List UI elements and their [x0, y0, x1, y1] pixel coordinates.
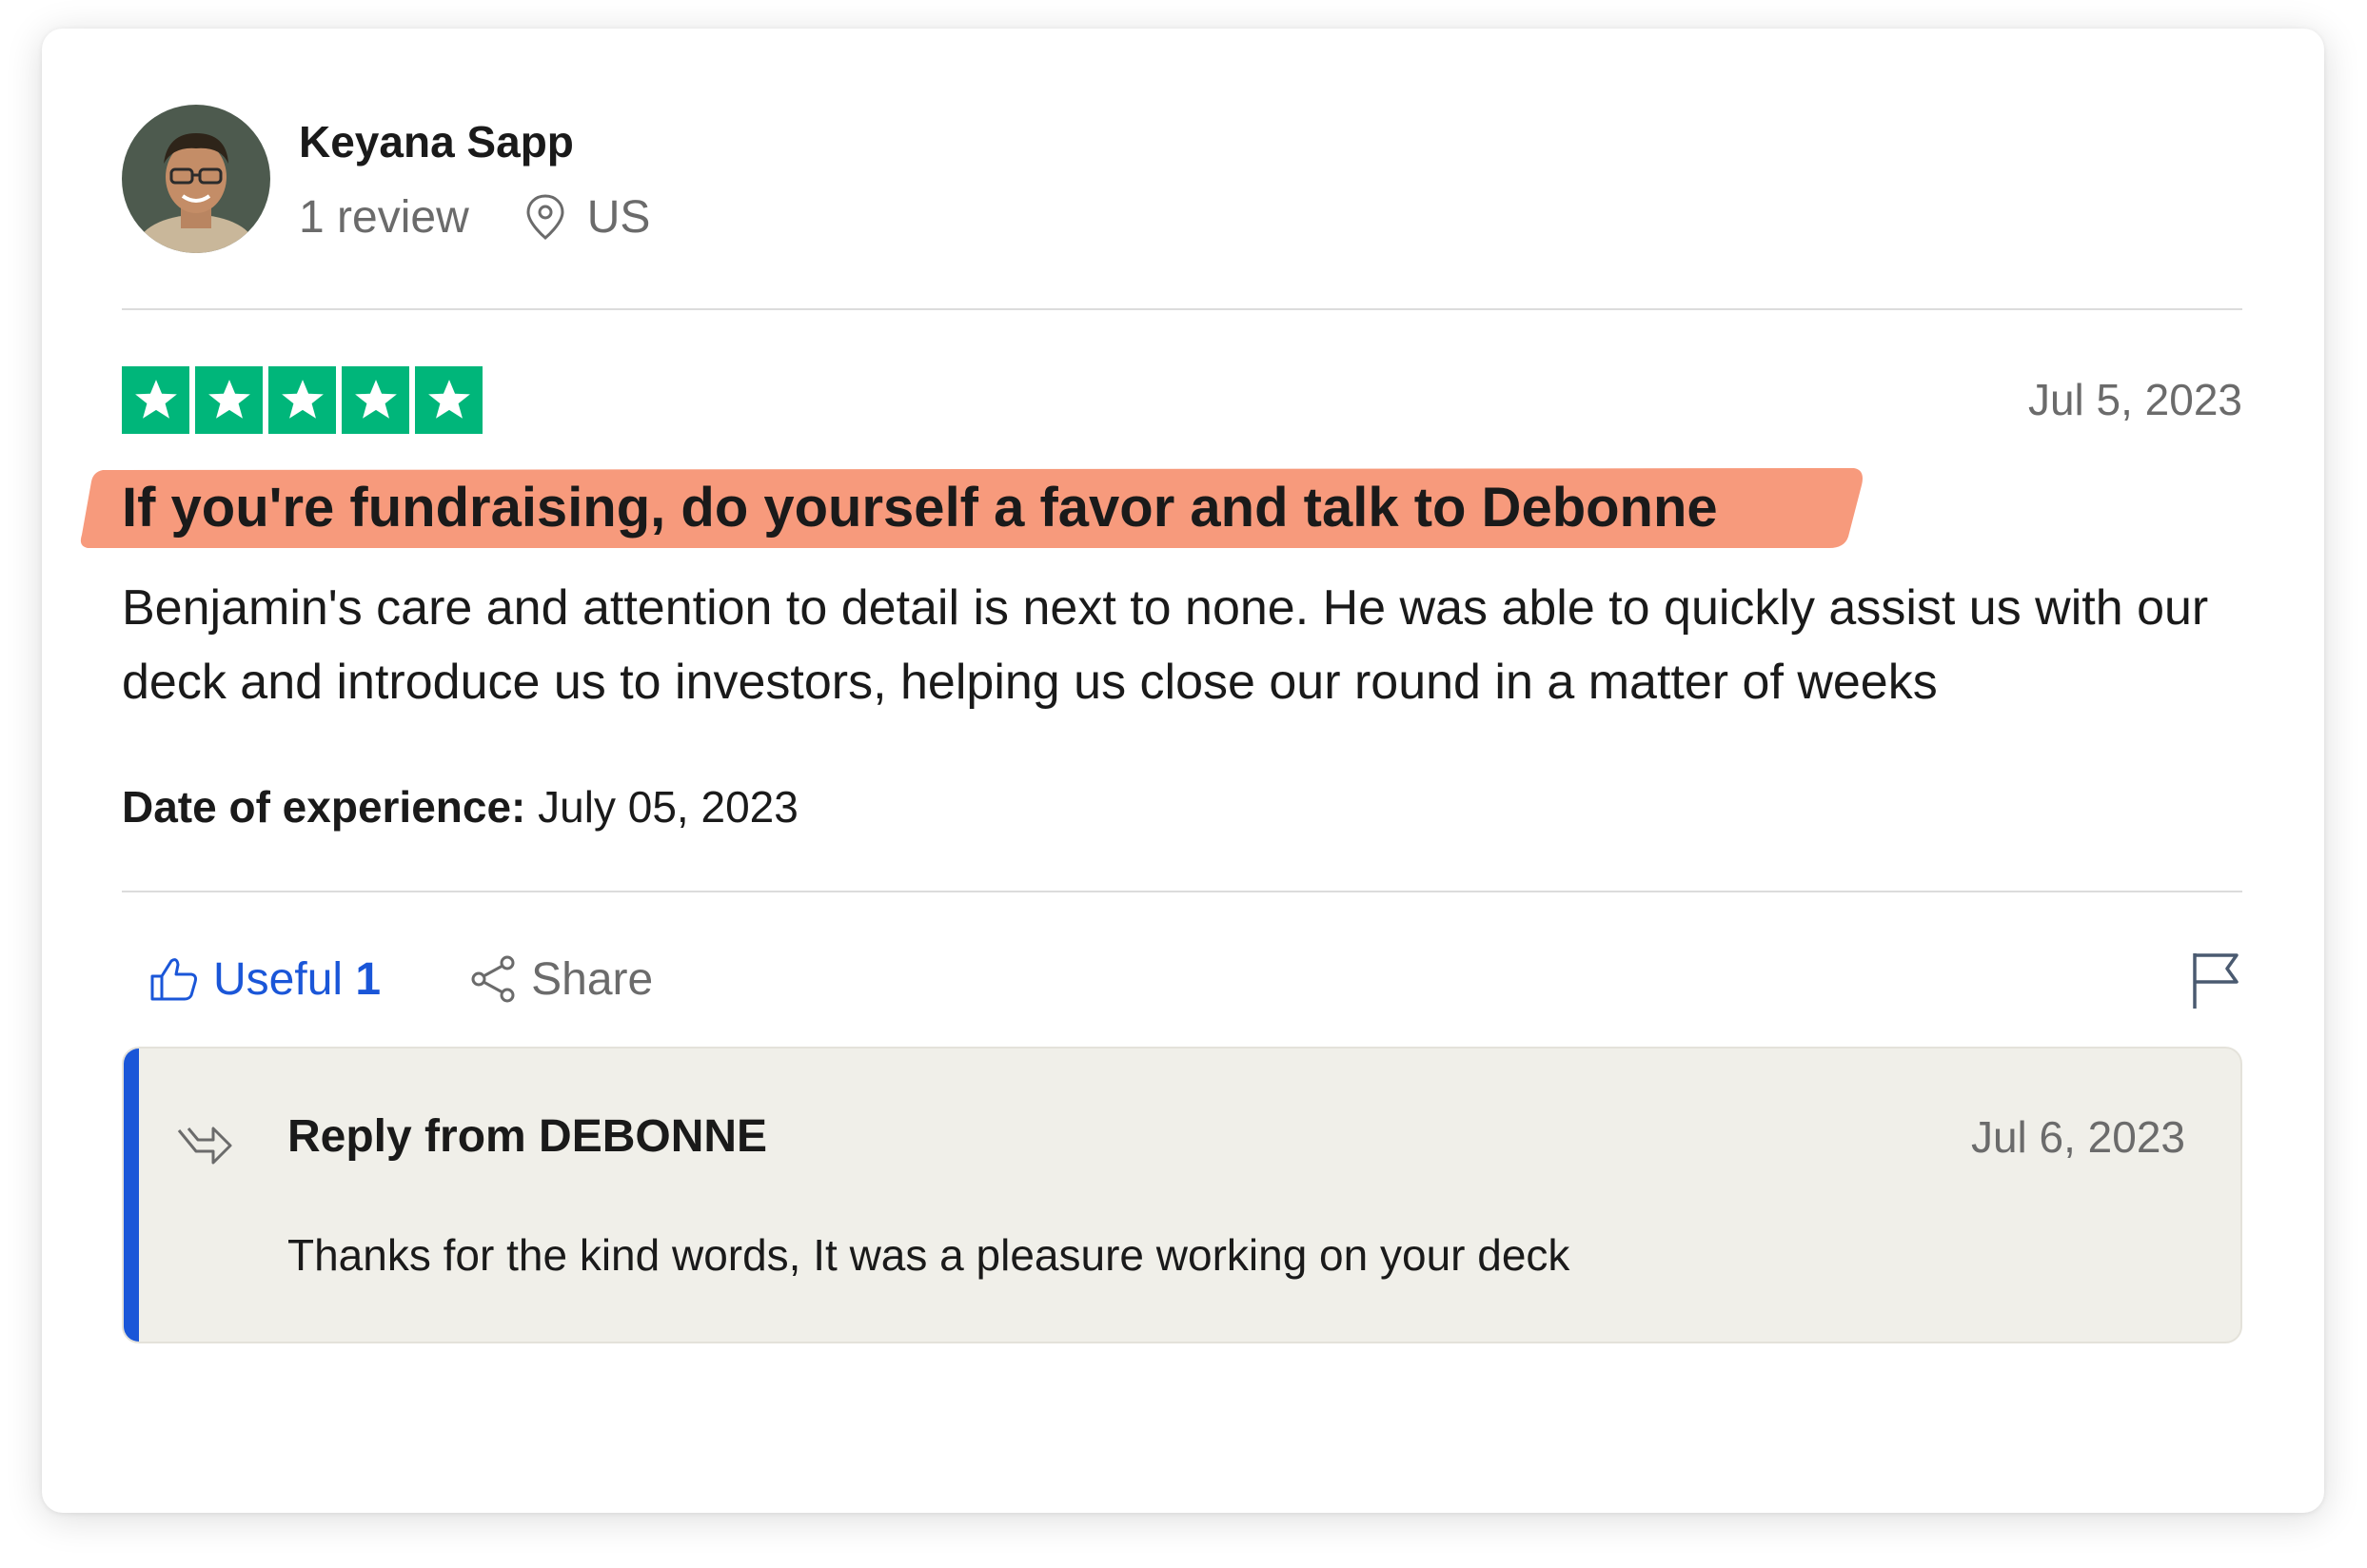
avatar[interactable] — [122, 105, 270, 253]
divider — [122, 891, 2242, 892]
review-actions: Useful 1 Share — [122, 946, 2242, 1012]
location-pin-icon — [524, 193, 566, 241]
reply-accent-bar — [124, 1049, 139, 1342]
star-icon — [415, 365, 483, 434]
review-card: Keyana Sapp 1 review US Jul 5, 2023 If y… — [42, 29, 2324, 1513]
star-icon — [342, 365, 409, 434]
flag-icon[interactable] — [2189, 950, 2242, 1010]
company-reply: Reply from DEBONNE Jul 6, 2023 Thanks fo… — [122, 1047, 2242, 1343]
experience-label: Date of experience: — [122, 782, 526, 832]
review-count: 1 review — [299, 191, 469, 243]
review-headline[interactable]: If you're fundraising, do yourself a fav… — [122, 466, 2242, 550]
useful-label: Useful — [213, 953, 344, 1005]
share-label: Share — [531, 953, 654, 1005]
reply-arrow-icon — [175, 1119, 234, 1170]
divider — [122, 308, 2242, 310]
reviewer-name[interactable]: Keyana Sapp — [299, 112, 650, 171]
reply-text: Thanks for the kind words, It was a plea… — [287, 1230, 1570, 1280]
thumbs-up-icon — [150, 958, 197, 1001]
reply-title: Reply from DEBONNE — [287, 1111, 768, 1162]
star-icon — [122, 365, 189, 434]
useful-count: 1 — [355, 953, 382, 1005]
review-date: Jul 5, 2023 — [2027, 375, 2242, 424]
reviewer-location: US — [586, 191, 651, 243]
review-body: Benjamin's care and attention to detail … — [122, 580, 2209, 710]
star-icon — [195, 365, 263, 434]
star-icon — [268, 365, 336, 434]
useful-button[interactable]: Useful 1 — [148, 953, 381, 1006]
reply-date: Jul 6, 2023 — [1970, 1112, 2185, 1162]
date-of-experience: Date of experience: July 05, 2023 — [122, 778, 2242, 835]
share-button[interactable]: Share — [468, 953, 653, 1006]
star-rating — [122, 365, 483, 434]
reviewer-header: Keyana Sapp 1 review US — [122, 103, 2242, 255]
share-icon — [471, 955, 515, 1003]
experience-date: July 05, 2023 — [538, 782, 799, 832]
